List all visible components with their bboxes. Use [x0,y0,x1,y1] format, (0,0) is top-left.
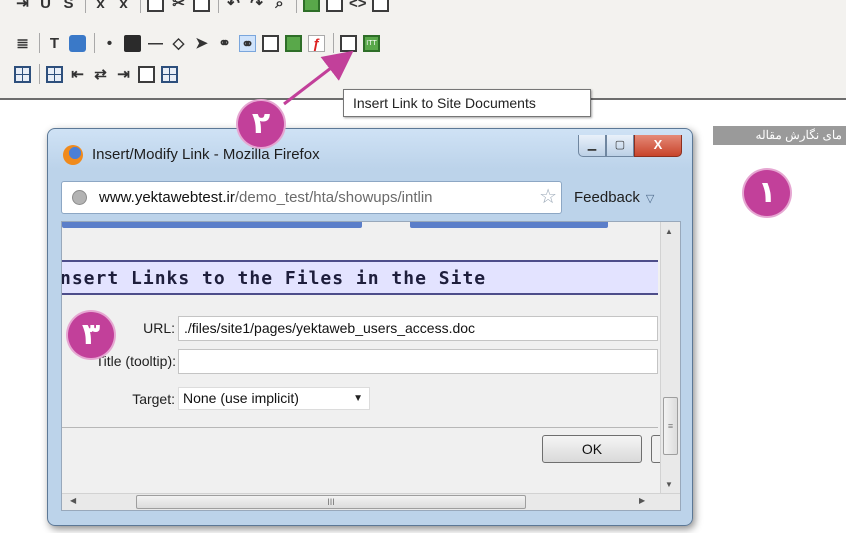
toolbar-separator [94,33,95,53]
divider [62,427,658,428]
target-select[interactable]: None (use implicit) ▼ [178,387,370,410]
image-insert-icon[interactable] [262,34,279,52]
address-text: www.yektawebtest.ir/demo_test/hta/showup… [99,182,433,213]
chevron-down-icon: ▽ [645,193,655,205]
toolbar-separator [296,0,297,13]
horizontal-line-icon[interactable]: — [147,35,164,52]
toolbar-row-middle: ≣ T • — ◇ ➤ ⚭ ⚭ ƒ ITT [14,32,386,54]
move-column-icon[interactable]: ⇄ [92,66,109,83]
feedback-menu[interactable]: Feedback ▽ [574,189,654,206]
section-title: nsert Links to the Files in the Site [61,268,487,289]
toolbar-separator [140,0,141,13]
toolbar-row-top: ⇥ U S x x ✂ ↶ ↷ ⌕ <> [14,0,395,14]
target-value: None (use implicit) [183,390,299,406]
tab-stub-right [410,222,608,228]
cursor-arrow-icon[interactable]: ➤ [193,35,210,52]
frame-small-icon[interactable] [326,0,343,12]
bullet-icon[interactable]: • [101,35,118,52]
right-to-left-icon[interactable]: ≣ [14,35,31,52]
vertical-scroll-thumb[interactable]: ≡ [663,397,678,455]
close-button[interactable]: X [634,135,682,157]
step-badge-2: ۲ [238,101,284,147]
toolbar-separator [39,33,40,53]
toggle-arrows-icon[interactable]: ◇ [170,35,187,52]
link-icon[interactable]: ⚭ [216,35,233,52]
tooltip-field[interactable] [178,349,658,374]
cut-icon[interactable]: ✂ [170,0,187,12]
subscript-icon[interactable]: x [92,0,109,12]
url-row: URL: ./files/site1/pages/yektaweb_users_… [62,316,658,344]
text-color-icon[interactable] [69,34,86,52]
url-field[interactable]: ./files/site1/pages/yektaweb_users_acces… [178,316,658,341]
strike-icon[interactable]: S [60,0,77,12]
vertical-scrollbar[interactable]: ▲ ≡ ▼ [660,222,680,495]
firefox-icon [63,145,83,165]
undo-icon[interactable]: ↶ [225,0,242,12]
tooltip-row: Title (tooltip): [62,349,658,377]
page-rtl-text: مای نگارش مقاله [713,126,846,145]
frame-icon[interactable] [340,34,357,52]
tab-stub-left [62,222,362,228]
ok-button[interactable]: OK [542,435,642,463]
scroll-left-icon[interactable]: ◀ [70,496,76,505]
indent-icon[interactable]: ⇥ [14,0,31,12]
grid-icon[interactable] [161,65,178,83]
chevron-down-icon: ▼ [353,393,363,404]
box-3d-icon[interactable] [124,34,141,52]
bookmark-star-icon[interactable]: ☆ [539,186,557,208]
minimize-button[interactable]: ▁ [578,135,606,157]
globe-icon [72,190,87,205]
maximize-button[interactable]: ▢ [606,135,634,157]
url-domain: www.yektawebtest.ir [99,189,235,206]
text-format-icon[interactable]: T [46,35,63,52]
number-field-icon[interactable]: ITT [363,34,380,52]
redo-icon[interactable]: ↷ [248,0,265,12]
step-badge-3: ۳ [68,312,114,358]
url-label: URL: [143,320,175,336]
site-link-icon[interactable]: ⚭ [239,34,256,53]
target-row: Target: None (use implicit) ▼ [62,387,658,415]
text-box-icon[interactable] [372,0,389,12]
toolbar-row-bottom: ⇤ ⇄ ⇥ [14,63,184,85]
editor-toolbar: ⇥ U S x x ✂ ↶ ↷ ⌕ <> ≣ T • — ◇ ➤ ⚭ ⚭ ƒ I… [0,0,846,100]
table-icon[interactable] [14,65,31,83]
cell-icon[interactable] [138,65,155,83]
image-icon[interactable] [303,0,320,12]
toolbar-separator [39,64,40,84]
scroll-down-icon[interactable]: ▼ [665,480,673,489]
insert-column-icon[interactable]: ⇤ [69,66,86,83]
horizontal-scroll-thumb[interactable]: III [136,495,526,509]
address-bar[interactable]: www.yektawebtest.ir/demo_test/hta/showup… [61,181,562,214]
source-icon[interactable]: <> [349,0,367,12]
find-icon[interactable]: ⌕ [271,0,288,12]
feedback-label: Feedback [574,189,640,206]
window-controls: ▁ ▢ X [578,135,682,157]
insert-row-icon[interactable]: ⇥ [115,66,132,83]
superscript-icon[interactable]: x [115,0,132,12]
dialog-title: Insert/Modify Link - Mozilla Firefox [92,146,320,163]
toolbar-separator [85,0,86,13]
underline-icon[interactable]: U [37,0,54,12]
scroll-right-icon[interactable]: ▶ [639,496,645,505]
tooltip-label: Title (tooltip): [95,353,176,369]
picture-icon[interactable] [285,34,302,52]
toolbar-separator [218,0,219,13]
paste-icon[interactable] [193,0,210,12]
target-label: Target: [132,391,175,407]
section-header: nsert Links to the Files in the Site [62,260,658,295]
toolbar-tooltip: Insert Link to Site Documents [343,89,591,117]
toolbar-separator [333,33,334,53]
flash-icon[interactable]: ƒ [308,34,325,52]
scroll-up-icon[interactable]: ▲ [665,227,673,236]
link-dialog-window: Insert/Modify Link - Mozilla Firefox ▁ ▢… [47,128,693,526]
step-badge-1: ۱ [744,170,790,216]
url-path: /demo_test/hta/showups/intlin [234,189,433,206]
copy-icon[interactable] [147,0,164,12]
dialog-content: nsert Links to the Files in the Site URL… [61,221,681,511]
table-properties-icon[interactable] [46,65,63,83]
horizontal-scrollbar[interactable]: ◀ III ▶ [62,493,680,510]
